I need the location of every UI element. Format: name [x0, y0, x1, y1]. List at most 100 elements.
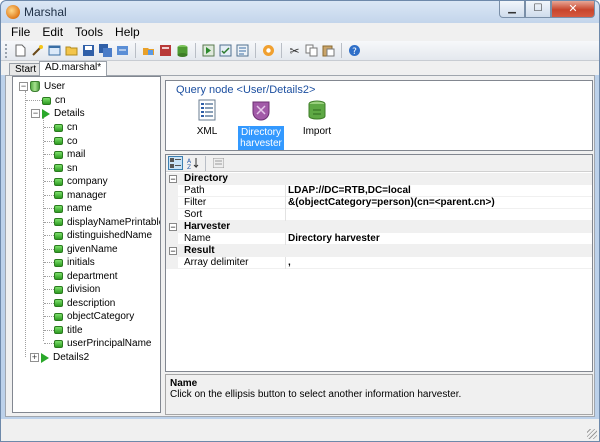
book-button[interactable] [158, 43, 173, 58]
property-pages-button[interactable] [211, 156, 226, 170]
property-category[interactable]: − Directory [166, 173, 592, 185]
tree-node-field[interactable]: userPrincipalName [54, 337, 151, 350]
tree-node-field[interactable]: objectCategory [54, 310, 134, 323]
toolbar-grip[interactable] [5, 43, 8, 58]
property-value: &(objectCategory=person)(cn=<parent.cn>) [288, 197, 495, 208]
collapse-icon[interactable]: − [169, 247, 177, 256]
import-button[interactable] [141, 43, 156, 58]
toolbar-separator [255, 43, 256, 58]
resize-grip-icon[interactable] [587, 429, 597, 439]
new-button[interactable] [13, 43, 28, 58]
xml-label: XML [196, 126, 218, 137]
toolbar-separator [281, 43, 282, 58]
tree-node-field[interactable]: division [54, 283, 100, 296]
tree-node-field[interactable]: co [54, 135, 78, 148]
save-all-button[interactable] [98, 43, 113, 58]
tree-node-field[interactable]: initials [54, 256, 95, 269]
tree-node-label: Details [54, 108, 85, 119]
alphabetical-button[interactable]: AZ [185, 156, 200, 170]
tree-node-field[interactable]: title [54, 324, 83, 337]
property-pages-icon [213, 158, 224, 168]
maximize-button[interactable]: ☐ [525, 1, 551, 18]
directory-harvester-item[interactable]: Directory harvester [238, 99, 284, 150]
menu-file[interactable]: File [5, 25, 36, 39]
tree-node-field[interactable]: department [54, 270, 118, 283]
tree-node-field[interactable]: name [54, 202, 92, 215]
close-button[interactable]: ✕ [551, 1, 595, 18]
validate-button[interactable] [218, 43, 233, 58]
field-icon [54, 299, 63, 307]
collapse-icon[interactable]: − [19, 82, 28, 91]
property-row[interactable]: Sort [166, 209, 592, 221]
paste-button[interactable] [321, 43, 336, 58]
collapse-icon[interactable]: − [169, 223, 177, 232]
wand-button[interactable] [30, 43, 45, 58]
open-window-button[interactable] [47, 43, 62, 58]
menu-edit[interactable]: Edit [36, 25, 69, 39]
tree-node-field[interactable]: mail [54, 148, 85, 161]
collapse-icon[interactable]: − [169, 175, 177, 184]
preview-button[interactable] [235, 43, 250, 58]
save-icon [83, 45, 94, 56]
property-value: Directory harvester [288, 233, 380, 244]
wand-icon [32, 45, 43, 56]
open-folder-button[interactable] [64, 43, 79, 58]
property-value: LDAP://DC=RTB,DC=local [288, 185, 411, 196]
plugin-button[interactable] [261, 43, 276, 58]
field-icon [54, 191, 63, 199]
new-icon [15, 44, 26, 57]
tree-node-field[interactable]: givenName [54, 243, 118, 256]
tree-node-label: userPrincipalName [67, 338, 152, 349]
categorized-button[interactable] [168, 156, 183, 170]
import-item[interactable]: Import [294, 99, 340, 137]
tree-node-label: cn [55, 95, 66, 106]
tree-node-field[interactable]: displayNamePrintable [54, 216, 161, 229]
collapse-icon[interactable]: − [31, 109, 40, 118]
tree-node-cn[interactable]: cn [42, 94, 66, 107]
paste-icon [322, 45, 335, 57]
property-value-cell[interactable] [285, 257, 592, 269]
copy-button[interactable] [304, 43, 319, 58]
minimize-button[interactable]: ▁ [499, 1, 525, 18]
tree-node-field[interactable]: sn [54, 162, 78, 175]
menu-tools[interactable]: Tools [69, 25, 109, 39]
property-name: Name [184, 233, 211, 244]
export-button[interactable] [115, 43, 130, 58]
tree-node-field[interactable]: cn [54, 121, 78, 134]
property-row[interactable]: Filter &(objectCategory=person)(cn=<paren… [166, 197, 592, 209]
tree-node-field[interactable]: description [54, 297, 115, 310]
tree-node-label: company [67, 176, 108, 187]
property-row[interactable]: Array delimiter, [166, 257, 592, 269]
run-button[interactable] [201, 43, 216, 58]
tree-node-label: givenName [67, 243, 118, 255]
app-icon [6, 5, 20, 19]
property-row[interactable]: Name Directory harvester [166, 233, 592, 245]
title-bar[interactable]: Marshal ▁ ☐ ✕ [1, 1, 599, 23]
import-icon [308, 100, 326, 120]
tree-node-label: displayNamePrintable [67, 216, 161, 228]
property-category[interactable]: − Result [166, 245, 592, 257]
database-button[interactable] [175, 43, 190, 58]
schema-tree[interactable]: − User cn − Details cn co mail sn company man… [12, 76, 161, 413]
expand-icon[interactable]: + [30, 353, 39, 362]
property-category-label: Result [184, 245, 215, 256]
tree-node-user[interactable]: − User [19, 80, 65, 93]
tab-ad-marshal[interactable]: AD.marshal* [39, 61, 108, 76]
tree-node-details2[interactable]: + Details2 [30, 351, 89, 364]
tree-node-field[interactable]: distinguishedName [54, 229, 152, 242]
property-category[interactable]: − Harvester [166, 221, 592, 233]
save-button[interactable] [81, 43, 96, 58]
xml-item[interactable]: XML [184, 99, 230, 137]
property-row[interactable]: Path LDAP://DC=RTB,DC=local [166, 185, 592, 197]
query-node-icon [41, 352, 49, 363]
cut-button[interactable]: ✂ [287, 43, 302, 58]
tree-node-field[interactable]: manager [54, 189, 106, 202]
tree-node-field[interactable]: company [54, 175, 108, 188]
property-value-cell[interactable] [285, 209, 592, 221]
menu-help[interactable]: Help [109, 25, 146, 39]
query-node-icon [42, 108, 50, 119]
copy-icon [305, 44, 318, 57]
tree-node-details[interactable]: − Details [19, 107, 85, 120]
help-button[interactable]: ? [347, 43, 362, 58]
property-value: , [288, 257, 291, 268]
